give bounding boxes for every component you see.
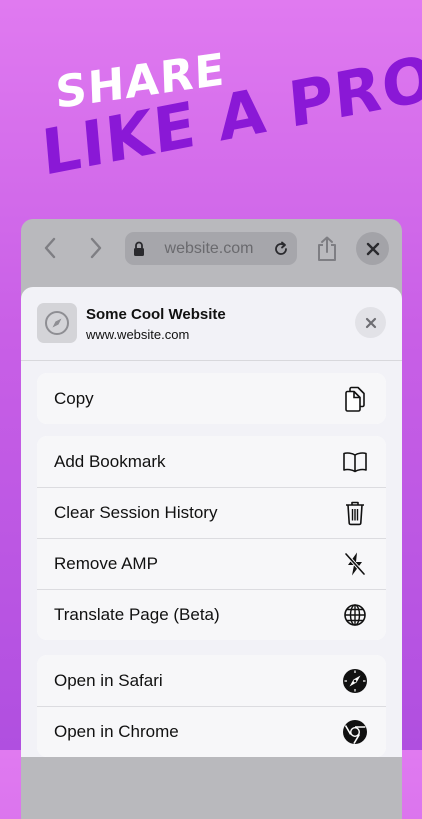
lock-icon xyxy=(134,241,144,256)
action-label: Remove AMP xyxy=(54,554,158,573)
open-in-safari-action[interactable]: Open in Safari xyxy=(37,655,386,706)
site-url: www.website.com xyxy=(86,327,190,342)
chrome-icon xyxy=(342,719,368,745)
action-label: Copy xyxy=(54,388,94,408)
action-label: Open in Chrome xyxy=(54,722,179,741)
share-button[interactable] xyxy=(311,233,343,265)
close-icon xyxy=(366,242,379,255)
book-icon xyxy=(342,449,368,475)
browser-close-button[interactable] xyxy=(356,232,389,265)
open-in-chrome-action[interactable]: Open in Chrome xyxy=(37,706,386,757)
address-bar[interactable]: website.com xyxy=(125,232,297,265)
translate-page-action[interactable]: Translate Page (Beta) xyxy=(37,589,386,640)
action-group-open-in: Open in Safari Open in Chrome xyxy=(37,655,386,757)
trash-icon xyxy=(342,500,368,526)
back-button[interactable] xyxy=(35,233,65,263)
safari-icon xyxy=(342,668,368,694)
action-group-page: Add Bookmark Clear Session History Remov… xyxy=(37,436,386,640)
globe-icon xyxy=(342,602,368,628)
action-label: Add Bookmark xyxy=(54,451,166,471)
bolt-slash-icon xyxy=(342,551,368,577)
chevron-right-icon xyxy=(90,237,102,259)
close-icon xyxy=(365,317,376,328)
address-text: website.com xyxy=(164,239,254,257)
chevron-left-icon xyxy=(44,237,56,259)
forward-button[interactable] xyxy=(81,233,111,263)
copy-action[interactable]: Copy xyxy=(37,373,386,424)
browser-toolbar: website.com xyxy=(21,219,402,279)
action-label: Translate Page (Beta) xyxy=(54,605,220,624)
clear-session-history-action[interactable]: Clear Session History xyxy=(37,487,386,538)
action-group-copy: Copy xyxy=(37,373,386,424)
action-label: Clear Session History xyxy=(54,503,218,522)
share-sheet: Some Cool Website www.website.com Copy A… xyxy=(21,287,402,757)
site-title: Some Cool Website xyxy=(86,306,226,323)
reload-icon[interactable] xyxy=(273,241,289,257)
share-sheet-header: Some Cool Website www.website.com xyxy=(21,287,402,361)
copy-icon xyxy=(342,386,368,412)
remove-amp-action[interactable]: Remove AMP xyxy=(37,538,386,589)
add-bookmark-action[interactable]: Add Bookmark xyxy=(37,436,386,487)
share-icon xyxy=(318,236,336,261)
compass-icon xyxy=(37,303,77,343)
share-sheet-close-button[interactable] xyxy=(355,307,386,338)
action-label: Open in Safari xyxy=(54,670,163,690)
promo-headline: SHARE LIKE A PRO xyxy=(0,0,422,200)
